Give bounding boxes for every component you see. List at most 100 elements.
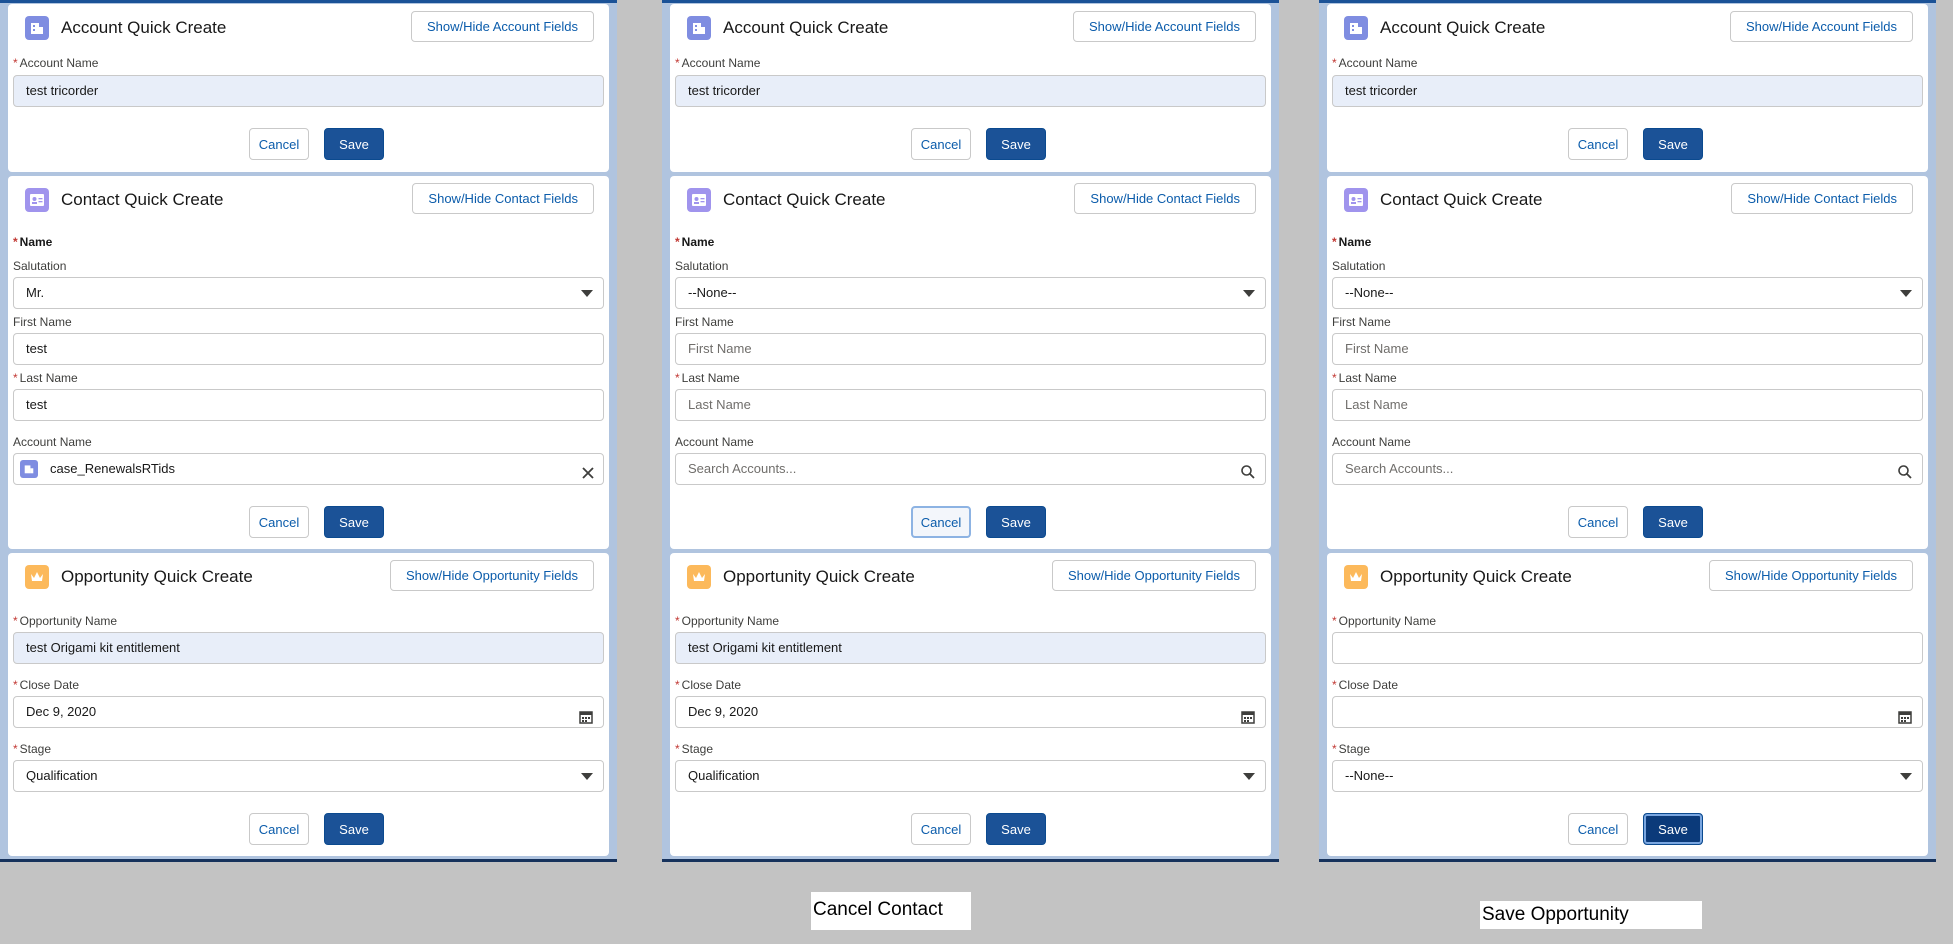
cancel-button[interactable]: Cancel bbox=[249, 128, 309, 160]
cancel-button[interactable]: Cancel bbox=[911, 128, 971, 160]
save-button[interactable]: Save bbox=[1643, 128, 1703, 160]
button-row: Cancel Save bbox=[8, 506, 609, 538]
cancel-button[interactable]: Cancel bbox=[1568, 813, 1628, 845]
first-name-input[interactable]: First Name bbox=[1332, 333, 1923, 365]
opportunity-name-input[interactable]: test Origami kit entitlement bbox=[675, 632, 1266, 664]
account-name-label: * Account Name bbox=[675, 56, 761, 70]
calendar-icon[interactable] bbox=[1241, 705, 1255, 727]
stage-select[interactable]: Qualification bbox=[675, 760, 1266, 792]
account-name-input[interactable]: test tricorder bbox=[13, 75, 604, 107]
card-header: Opportunity Quick Create Show/Hide Oppor… bbox=[1327, 553, 1928, 597]
name-label: * Name bbox=[1332, 235, 1372, 249]
last-name-label: * Last Name bbox=[13, 371, 78, 385]
card-header: Account Quick Create Show/Hide Account F… bbox=[1327, 4, 1928, 48]
save-button[interactable]: Save bbox=[986, 128, 1046, 160]
contact-quick-create-card: Contact Quick Create Show/Hide Contact F… bbox=[670, 176, 1271, 549]
chevron-down-icon bbox=[581, 290, 593, 297]
panel-before: Account Quick Create Show/Hide Account F… bbox=[0, 0, 617, 862]
opportunity-name-input[interactable] bbox=[1332, 632, 1923, 664]
card-title: Opportunity Quick Create bbox=[61, 567, 253, 586]
account-name-label: * Account Name bbox=[1332, 56, 1418, 70]
card-title: Contact Quick Create bbox=[1380, 190, 1543, 209]
last-name-label: * Last Name bbox=[675, 371, 740, 385]
card-header: Contact Quick Create Show/Hide Contact F… bbox=[670, 176, 1271, 220]
account-name-input[interactable]: test tricorder bbox=[1332, 75, 1923, 107]
account-name-label: Account Name bbox=[675, 435, 754, 449]
show-hide-contact-fields-button[interactable]: Show/Hide Contact Fields bbox=[1074, 183, 1256, 214]
close-date-input[interactable]: Dec 9, 2020 bbox=[13, 696, 604, 728]
opportunity-name-label: * Opportunity Name bbox=[1332, 614, 1437, 628]
account-search-input[interactable]: Search Accounts... bbox=[675, 453, 1266, 485]
stage-select[interactable]: --None-- bbox=[1332, 760, 1923, 792]
close-date-input[interactable] bbox=[1332, 696, 1923, 728]
search-icon bbox=[1897, 461, 1913, 484]
save-button[interactable]: Save bbox=[986, 506, 1046, 538]
contact-quick-create-card: Contact Quick Create Show/Hide Contact F… bbox=[1327, 176, 1928, 549]
save-button[interactable]: Save bbox=[986, 813, 1046, 845]
account-icon bbox=[687, 16, 711, 40]
show-hide-contact-fields-button[interactable]: Show/Hide Contact Fields bbox=[1731, 183, 1913, 214]
cancel-button[interactable]: Cancel bbox=[249, 813, 309, 845]
button-row: Cancel Save bbox=[670, 128, 1271, 160]
save-button[interactable]: Save bbox=[324, 128, 384, 160]
close-date-label: * Close Date bbox=[675, 678, 742, 692]
first-name-input[interactable]: First Name bbox=[675, 333, 1266, 365]
salutation-select[interactable]: --None-- bbox=[1332, 277, 1923, 309]
panel-cancel-contact: Account Quick Create Show/Hide Account F… bbox=[662, 0, 1279, 862]
button-row: Cancel Save bbox=[1327, 506, 1928, 538]
stage-select[interactable]: Qualification bbox=[13, 760, 604, 792]
account-lookup-value: case_RenewalsRTids bbox=[50, 461, 176, 476]
save-button[interactable]: Save bbox=[324, 506, 384, 538]
save-button[interactable]: Save bbox=[1643, 813, 1703, 845]
first-name-input[interactable]: test bbox=[13, 333, 604, 365]
calendar-icon[interactable] bbox=[579, 705, 593, 727]
account-icon bbox=[1344, 16, 1368, 40]
close-date-label: * Close Date bbox=[13, 678, 80, 692]
cancel-button[interactable]: Cancel bbox=[911, 813, 971, 845]
contact-icon bbox=[1344, 188, 1368, 212]
chevron-down-icon bbox=[1900, 290, 1912, 297]
button-row: Cancel Save bbox=[8, 813, 609, 845]
last-name-input[interactable]: Last Name bbox=[1332, 389, 1923, 421]
card-title: Opportunity Quick Create bbox=[1380, 567, 1572, 586]
account-search-input[interactable]: Search Accounts... bbox=[1332, 453, 1923, 485]
account-lookup-field[interactable]: case_RenewalsRTids bbox=[13, 453, 604, 485]
last-name-input[interactable]: Last Name bbox=[675, 389, 1266, 421]
opportunity-quick-create-card: Opportunity Quick Create Show/Hide Oppor… bbox=[8, 553, 609, 856]
chevron-down-icon bbox=[1900, 773, 1912, 780]
last-name-input[interactable]: test bbox=[13, 389, 604, 421]
name-label: * Name bbox=[675, 235, 715, 249]
card-title: Contact Quick Create bbox=[61, 190, 224, 209]
caption-cancel-contact: Cancel Contact bbox=[811, 892, 971, 930]
salutation-select[interactable]: Mr. bbox=[13, 277, 604, 309]
account-quick-create-card: Account Quick Create Show/Hide Account F… bbox=[670, 4, 1271, 172]
opportunity-name-input[interactable]: test Origami kit entitlement bbox=[13, 632, 604, 664]
panel-bottom-border bbox=[662, 859, 1279, 862]
crown-icon bbox=[25, 565, 49, 589]
show-hide-account-fields-button[interactable]: Show/Hide Account Fields bbox=[410, 11, 594, 42]
card-title: Opportunity Quick Create bbox=[723, 567, 915, 586]
show-hide-opportunity-fields-button[interactable]: Show/Hide Opportunity Fields bbox=[390, 560, 594, 591]
opportunity-quick-create-card: Opportunity Quick Create Show/Hide Oppor… bbox=[1327, 553, 1928, 856]
show-hide-account-fields-button[interactable]: Show/Hide Account Fields bbox=[1729, 11, 1913, 42]
contact-quick-create-card: Contact Quick Create Show/Hide Contact F… bbox=[8, 176, 609, 549]
cancel-button[interactable]: Cancel bbox=[1568, 506, 1628, 538]
cancel-button[interactable]: Cancel bbox=[249, 506, 309, 538]
account-name-input[interactable]: test tricorder bbox=[675, 75, 1266, 107]
close-date-label: * Close Date bbox=[1332, 678, 1399, 692]
show-hide-contact-fields-button[interactable]: Show/Hide Contact Fields bbox=[412, 183, 594, 214]
show-hide-opportunity-fields-button[interactable]: Show/Hide Opportunity Fields bbox=[1052, 560, 1256, 591]
close-icon[interactable] bbox=[581, 461, 595, 484]
first-name-label: First Name bbox=[13, 315, 72, 329]
show-hide-opportunity-fields-button[interactable]: Show/Hide Opportunity Fields bbox=[1709, 560, 1913, 591]
button-row: Cancel Save bbox=[670, 813, 1271, 845]
cancel-button[interactable]: Cancel bbox=[911, 506, 971, 538]
calendar-icon[interactable] bbox=[1898, 705, 1912, 727]
save-button[interactable]: Save bbox=[1643, 506, 1703, 538]
close-date-input[interactable]: Dec 9, 2020 bbox=[675, 696, 1266, 728]
cancel-button[interactable]: Cancel bbox=[1568, 128, 1628, 160]
first-name-label: First Name bbox=[1332, 315, 1391, 329]
save-button[interactable]: Save bbox=[324, 813, 384, 845]
show-hide-account-fields-button[interactable]: Show/Hide Account Fields bbox=[1072, 11, 1256, 42]
salutation-select[interactable]: --None-- bbox=[675, 277, 1266, 309]
